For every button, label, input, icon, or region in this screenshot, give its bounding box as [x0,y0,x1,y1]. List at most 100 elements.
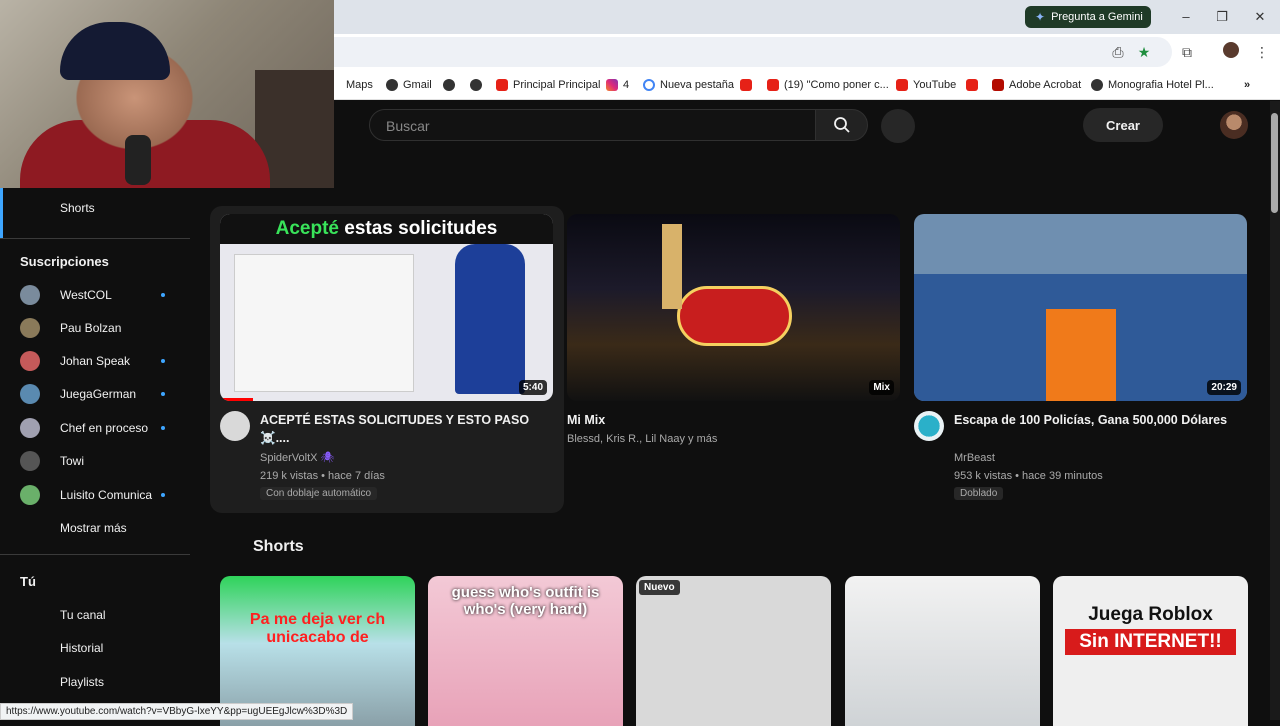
new-content-dot [161,493,165,497]
channel-avatar[interactable] [914,411,944,441]
more-bookmarks-icon[interactable]: » [1244,76,1250,94]
bookmark-youtube-2[interactable] [966,76,978,94]
video-meta: 953 k vistas • hace 39 minutos [954,470,1103,482]
bookmark-maps[interactable]: Maps [346,76,373,94]
channel-name[interactable]: SpiderVoltX 🕷 [260,450,335,466]
bookmark-globe-2[interactable] [470,76,482,94]
short-thumbnail[interactable]: guess who's outfit is who's (very hard) [428,576,623,726]
youtube-icon [767,79,779,91]
profile-avatar[interactable] [1221,42,1241,62]
voice-search-button[interactable] [881,109,915,143]
sidebar-item-luisito-comunica[interactable]: Luisito Comunica [0,479,190,511]
video-thumbnail[interactable]: 20:29 [914,214,1247,401]
gemini-sparkle-icon: ✦ [1035,10,1046,24]
bookmark-star-icon[interactable]: ★ [1134,42,1154,62]
dubbed-badge: Doblado [954,487,1004,500]
google-icon [643,79,655,91]
channel-avatar [20,418,40,438]
sidebar-divider [0,238,190,239]
sidebar-item-pau-bolzan[interactable]: Pau Bolzan [0,312,190,344]
mix-label: Mix [869,380,894,395]
bookmark-monografia[interactable]: Monografia Hotel Pl... [1091,76,1214,94]
mix-artists: Blessd, Kris R., Lil Naay y más [567,433,718,445]
channel-avatar [20,351,40,371]
thumb-casino-sign [677,286,792,346]
channel-avatar [20,451,40,471]
sidebar-item-historial[interactable]: Historial [0,632,190,664]
video-title[interactable]: Escapa de 100 Policías, Gana 500,000 Dól… [954,411,1244,429]
pdf-icon [992,79,1004,91]
video-meta: 219 k vistas • hace 7 días [260,470,385,482]
bookmark-gmail[interactable]: Gmail [386,76,432,94]
video-thumbnail[interactable]: Acepté estas solicitudes 5:40 [220,214,553,401]
search-input[interactable]: Buscar [369,109,816,141]
youtube-icon [740,79,752,91]
new-badge: Nuevo [639,580,680,595]
create-button[interactable]: Crear [1083,108,1163,142]
globe-icon [1091,79,1103,91]
install-app-icon[interactable]: ⎙ [1108,42,1128,62]
search-button[interactable] [815,109,868,141]
short-thumbnail[interactable]: Nuevo [636,576,831,726]
globe-icon [386,79,398,91]
mix-thumbnail[interactable]: Mix [567,214,900,401]
instagram-icon [606,79,618,91]
new-content-dot [161,359,165,363]
new-content-dot [161,392,165,396]
you-heading: Tú [20,574,36,589]
menu-kebab-icon[interactable]: ⋮ [1252,42,1272,62]
channel-avatar[interactable] [220,411,250,441]
sidebar-item-chef-en-proceso[interactable]: Chef en proceso [0,412,190,444]
bookmark-adobe-acrobat[interactable]: Adobe Acrobat [992,76,1081,94]
extensions-icon[interactable]: ⧉ [1177,42,1197,62]
sidebar-divider [0,554,190,555]
bookmark-como-poner[interactable]: (19) "Como poner c... [767,76,889,94]
short-thumbnail[interactable]: Juega Roblox Sin INTERNET!! [1053,576,1248,726]
video-title[interactable]: ACEPTÉ ESTAS SOLICITUDES Y ESTO PASO ☠️.… [260,411,550,447]
sidebar-item-shorts[interactable]: Shorts [0,192,190,224]
short-caption: Pa me deja ver ch unicacabo de [249,611,386,646]
dubbing-badge: Con doblaje automático [260,487,378,500]
bookmark-globe-1[interactable] [443,76,455,94]
minimize-icon[interactable]: – [1176,8,1196,26]
thumb-text-green: Acepté [275,218,339,239]
close-icon[interactable]: ✕ [1250,8,1270,26]
sidebar-item-tu-canal[interactable]: Tu canal [0,599,190,631]
globe-icon [443,79,455,91]
sidebar-item-juegagerman[interactable]: JuegaGerman [0,378,190,410]
sidebar: Shorts Suscripciones WestCOL Pau Bolzan … [0,188,200,720]
channel-avatar [20,318,40,338]
new-content-dot [161,293,165,297]
account-avatar[interactable] [1220,111,1248,139]
webcam-overlay [0,0,334,188]
gemini-button[interactable]: ✦ Pregunta a Gemini [1025,6,1151,28]
address-bar[interactable] [300,37,1172,67]
youtube-page: Buscar Crear Shorts Suscripciones WestCO… [0,101,1280,726]
youtube-icon [896,79,908,91]
scrollbar-thumb[interactable] [1271,113,1278,213]
sidebar-item-playlists[interactable]: Playlists [0,666,190,698]
restore-icon[interactable]: ❐ [1212,8,1232,26]
thumb-friend-requests [234,254,414,392]
short-caption-line2: Sin INTERNET!! [1065,629,1236,655]
link-status-bar: https://www.youtube.com/watch?v=VBbyG-lx… [0,703,354,720]
thumb-tower [662,224,682,309]
short-caption: guess who's outfit is who's (very hard) [451,584,600,618]
channel-name[interactable]: MrBeast [954,450,995,466]
gemini-label: Pregunta a Gemini [1051,11,1143,23]
spider-icon: 🕷 [320,452,335,464]
sidebar-item-johan-speak[interactable]: Johan Speak [0,345,190,377]
bookmark-youtube-1[interactable] [740,76,752,94]
thumb-orange-jumpsuit [1046,309,1116,401]
bookmark-principal[interactable]: Principal Principal [496,76,600,94]
thumb-text-white: estas solicitudes [344,218,498,239]
video-title[interactable]: Mi Mix [567,411,605,429]
bookmark-youtube[interactable]: YouTube [896,76,956,94]
short-thumbnail[interactable] [845,576,1040,726]
bookmark-nueva-pestana[interactable]: Nueva pestaña [643,76,734,94]
sidebar-show-more[interactable]: Mostrar más [0,512,190,544]
bookmark-instagram[interactable]: 4 [606,76,629,94]
youtube-icon [496,79,508,91]
sidebar-item-westcol[interactable]: WestCOL [0,279,190,311]
sidebar-item-towi[interactable]: Towi [0,445,190,477]
